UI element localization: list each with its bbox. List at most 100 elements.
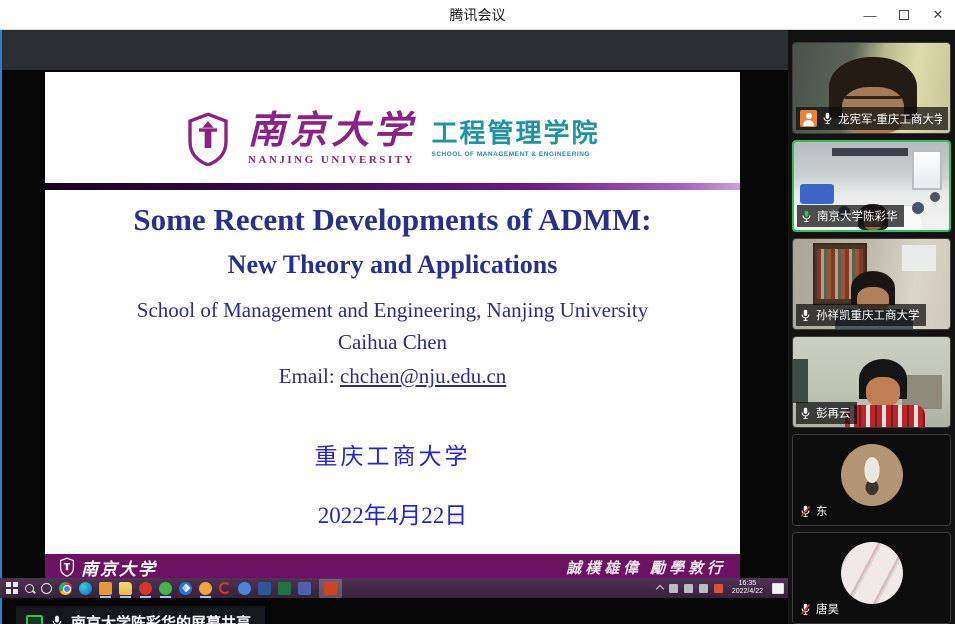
participant-nameplate: 南京大学陈彩华	[797, 205, 904, 227]
room-chair	[912, 202, 924, 214]
person-plaid-shirt	[845, 405, 925, 427]
participant-tile-active-speaker[interactable]: 南京大学陈彩华	[792, 140, 951, 232]
window-controls: — ✕	[853, 0, 955, 30]
footer-motto: 誠樸雄偉 勵學敦行	[566, 557, 726, 578]
participant-name: 唐昊	[816, 601, 839, 617]
blue-app-icon[interactable]	[238, 582, 251, 595]
participant-name: 南京大学陈彩华	[817, 208, 898, 224]
room-window	[902, 245, 936, 271]
blackboard	[793, 359, 808, 403]
email-link[interactable]: chchen@nju.edu.cn	[340, 364, 506, 388]
school-wordmark: 工程管理学院 SCHOOL OF MANAGEMENT & ENGINEERIN…	[432, 120, 600, 158]
cortana-icon[interactable]	[41, 583, 52, 594]
nju-name-zh: 南京大学	[247, 112, 415, 150]
participant-nameplate: 唐昊	[796, 598, 845, 620]
slide-title-line1: Some Recent Developments of ADMM:	[45, 202, 740, 238]
school-name-zh: 工程管理学院	[432, 120, 600, 146]
shared-screen-top-strip	[0, 30, 788, 70]
slide-divider-bar	[45, 183, 740, 190]
powerpoint-active-slot[interactable]	[319, 579, 342, 598]
person-glasses	[845, 96, 901, 105]
search-icon[interactable]	[25, 584, 34, 593]
netease-app-icon[interactable]	[139, 582, 152, 595]
nju-emblem-icon	[185, 112, 231, 166]
footer-logo-group: 南京大学	[59, 555, 157, 580]
tray-icon-2[interactable]	[684, 584, 693, 593]
screen-share-icon	[26, 615, 43, 624]
participant-tile[interactable]: 龙宪军-重庆工商大学	[792, 42, 951, 134]
window-titlebar[interactable]: 腾讯会议 — ✕	[0, 0, 955, 30]
participant-tile[interactable]: 东	[792, 434, 951, 526]
maximize-button[interactable]	[887, 0, 921, 30]
avatar	[841, 542, 903, 604]
orange-app-icon[interactable]	[199, 582, 212, 595]
meeting-window: 腾讯会议 — ✕ 南京大学 NANJING UNIVERSITY	[0, 0, 955, 624]
avatar	[841, 444, 903, 506]
slide-title-line2: New Theory and Applications	[45, 250, 740, 280]
arrow-app-icon[interactable]	[179, 582, 192, 595]
powerpoint-icon	[324, 582, 337, 595]
file-explorer-icon[interactable]	[119, 582, 132, 595]
teams-icon[interactable]	[298, 582, 311, 595]
window-title: 腾讯会议	[450, 5, 506, 25]
mic-muted-icon	[800, 505, 811, 517]
word-icon[interactable]	[258, 582, 271, 595]
slide-date: 2022年4月22日	[45, 496, 740, 530]
close-button[interactable]: ✕	[921, 0, 955, 30]
green-app-icon[interactable]	[159, 582, 172, 595]
system-tray: 16:35 2022/4/22	[657, 580, 784, 596]
files-app-icon[interactable]	[99, 582, 112, 595]
slide-host-org: 重庆工商大学	[45, 437, 740, 471]
participant-tile[interactable]: 孙祥凯重庆工商大学	[792, 238, 951, 330]
tray-icon-red[interactable]	[714, 584, 723, 593]
participant-nameplate: 龙宪军-重庆工商大学	[796, 107, 948, 130]
notification-center-icon[interactable]	[772, 583, 784, 594]
tray-expand-icon[interactable]	[656, 585, 664, 593]
windows-taskbar[interactable]: 16:35 2022/4/22	[0, 578, 788, 598]
person-face	[866, 377, 900, 407]
chrome-icon[interactable]	[59, 582, 72, 595]
participant-name: 孙祥凯重庆工商大学	[816, 307, 920, 323]
school-name-en: SCHOOL OF MANAGEMENT & ENGINEERING	[432, 151, 600, 158]
nju-wordmark: 南京大学 NANJING UNIVERSITY	[247, 112, 415, 166]
slide-email-line: Email: chchen@nju.edu.cn	[45, 364, 740, 389]
edge-icon[interactable]	[79, 582, 92, 595]
participant-tile[interactable]: 唐昊	[792, 532, 951, 624]
room-window	[912, 150, 942, 190]
participant-tile[interactable]: 彭再云	[792, 336, 951, 428]
mic-on-icon	[800, 309, 811, 321]
taskbar-clock[interactable]: 16:35 2022/4/22	[729, 580, 766, 596]
excel-icon[interactable]	[278, 582, 291, 595]
tray-icon-1[interactable]	[669, 584, 678, 593]
participant-nameplate: 孙祥凯重庆工商大学	[796, 304, 926, 326]
maximize-icon	[899, 10, 909, 20]
slide-header: 南京大学 NANJING UNIVERSITY 工程管理学院 SCHOOL OF…	[45, 72, 740, 180]
window-edge-highlight	[0, 30, 2, 624]
footer-university-name: 南京大学	[81, 555, 157, 580]
mic-muted-icon	[800, 603, 811, 615]
participant-name: 龙宪军-重庆工商大学	[838, 111, 942, 127]
participant-nameplate: 彭再云	[796, 402, 857, 424]
tray-icon-3[interactable]	[699, 584, 708, 593]
nju-name-en: NANJING UNIVERSITY	[247, 154, 415, 166]
email-label: Email:	[279, 364, 340, 388]
room-sofa	[800, 184, 834, 204]
clock-date: 2022/4/22	[732, 588, 763, 596]
red-g-app-icon[interactable]	[219, 582, 231, 594]
participant-name: 彭再云	[816, 405, 851, 421]
room-chair	[930, 192, 940, 202]
room-beam	[832, 148, 908, 156]
clock-time: 16:35	[732, 580, 763, 588]
mic-on-icon	[822, 112, 833, 124]
minimize-button[interactable]: —	[853, 0, 887, 30]
participant-name: 东	[816, 503, 828, 519]
slide-author: Caihua Chen	[45, 330, 740, 355]
screen-share-label: 南京大学陈彩华的屏幕共享	[71, 612, 251, 624]
slide-footer-band: 南京大学 誠樸雄偉 勵學敦行	[45, 554, 740, 580]
participants-sidebar: 龙宪军-重庆工商大学	[788, 30, 955, 624]
presentation-slide: 南京大学 NANJING UNIVERSITY 工程管理学院 SCHOOL OF…	[45, 72, 740, 554]
cabinet	[902, 375, 942, 409]
slide-affiliation: School of Management and Engineering, Na…	[45, 298, 740, 323]
start-icon[interactable]	[6, 582, 18, 594]
screen-share-banner: 南京大学陈彩华的屏幕共享	[16, 606, 265, 624]
